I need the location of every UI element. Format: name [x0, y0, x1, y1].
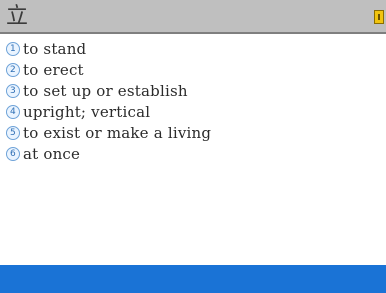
definition-list: 1 to stand 2 to erect 3 to set up or est… [6, 38, 380, 164]
definition-text: to stand [23, 39, 87, 58]
title-bar: 立 [0, 0, 386, 34]
definition-item: 3 to set up or establish [6, 80, 380, 101]
number-badge-icon: 6 [6, 146, 20, 161]
definition-text: upright; vertical [23, 102, 151, 121]
headword-title: 立 [6, 4, 29, 29]
number-badge-icon: 5 [6, 125, 20, 140]
number-badge-icon: 3 [6, 83, 20, 98]
number-badge-icon: 1 [6, 41, 20, 56]
definition-item: 2 to erect [6, 59, 380, 80]
definition-text: to erect [23, 60, 84, 79]
bottom-bar [0, 265, 386, 293]
definition-text: at once [23, 144, 81, 163]
definition-item: 6 at once [6, 143, 380, 164]
definition-item: 5 to exist or make a living [6, 122, 380, 143]
definition-item: 4 upright; vertical [6, 101, 380, 122]
definition-text: to exist or make a living [23, 123, 212, 142]
definition-text: to set up or establish [23, 81, 188, 100]
dictionary-window: 立 1 to stand 2 to erect 3 to set up or e… [0, 0, 386, 293]
number-badge-icon: 2 [6, 62, 20, 77]
page-icon[interactable] [374, 10, 384, 24]
number-badge-icon: 4 [6, 104, 20, 119]
definition-item: 1 to stand [6, 38, 380, 59]
